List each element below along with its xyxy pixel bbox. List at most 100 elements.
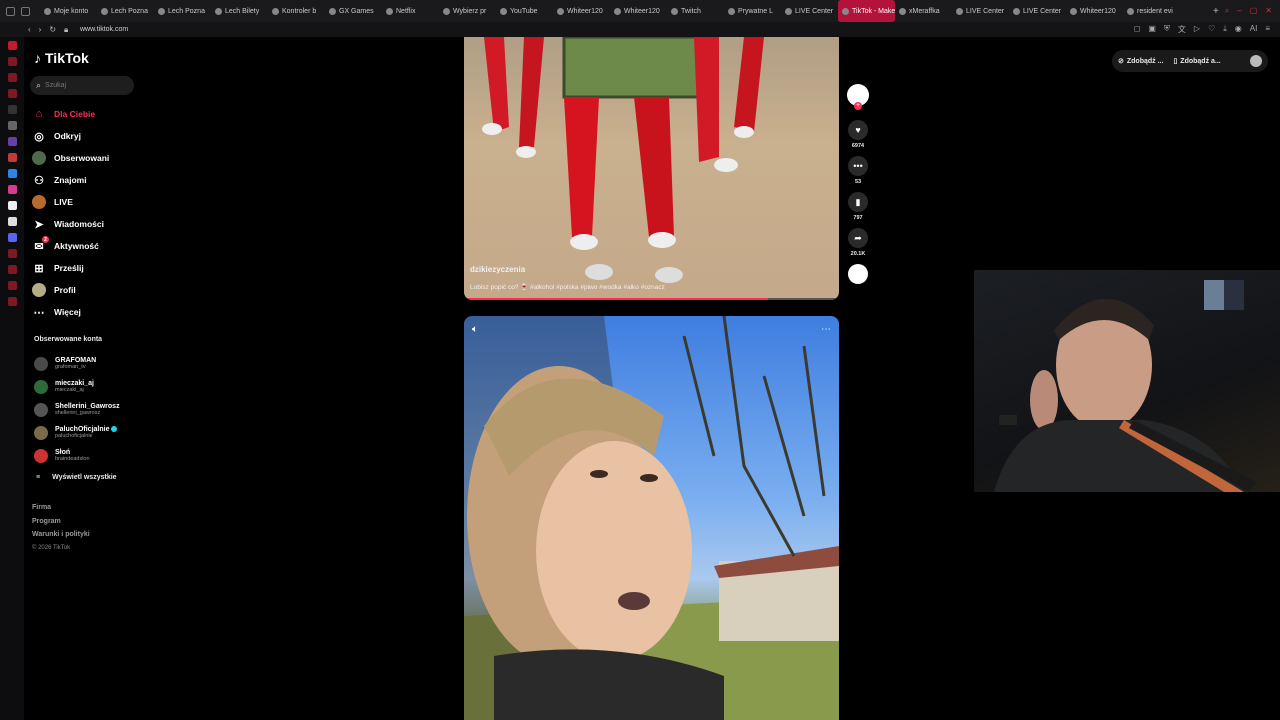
player-icon[interactable] bbox=[7, 249, 17, 258]
share-button[interactable]: ➦ bbox=[848, 228, 868, 248]
lock-icon[interactable]: 🔒︎ bbox=[64, 25, 68, 35]
user-icon[interactable]: ◉ bbox=[1235, 24, 1242, 35]
search-input[interactable]: ⌕ Szukaj bbox=[30, 76, 134, 95]
nav-item[interactable]: ⌂ Dla Ciebie bbox=[32, 103, 142, 125]
heart-icon[interactable]: ♡ bbox=[1208, 24, 1215, 35]
workspace-icon[interactable] bbox=[7, 57, 17, 66]
browser-tab[interactable]: Whiteer120 bbox=[1066, 0, 1123, 22]
tiktok-icon[interactable] bbox=[7, 201, 17, 210]
workspace-icon[interactable] bbox=[7, 89, 17, 98]
pinboard-icon[interactable] bbox=[7, 281, 17, 290]
window-controls[interactable]: ⌕ – ▢ ✕ bbox=[1225, 6, 1280, 16]
see-all-button[interactable]: ≡ Wyświetl wszystkie bbox=[34, 467, 144, 487]
browser-tab[interactable]: Moje konto bbox=[40, 0, 97, 22]
back-icon[interactable]: ‹ bbox=[28, 25, 31, 35]
x-icon[interactable] bbox=[7, 217, 17, 226]
url-field[interactable]: www.tiktok.com bbox=[80, 26, 1134, 33]
video-player-next[interactable]: 🔈︎ ⋯ bbox=[464, 316, 839, 720]
followed-account[interactable]: PaluchOficjalnie paluchoficjalnie bbox=[34, 421, 144, 444]
minimize-icon[interactable]: – bbox=[1237, 6, 1241, 16]
mute-icon[interactable]: 🔈︎ bbox=[472, 324, 478, 335]
tab-label: Twitch bbox=[681, 7, 701, 15]
nav-item[interactable]: ⊞ Prześlij bbox=[32, 257, 142, 279]
menu-icon[interactable]: ≡ bbox=[1265, 24, 1270, 35]
followed-account[interactable]: Shellerini_Gawrosz shellerini_gawrosz bbox=[34, 398, 144, 421]
footer-link[interactable]: Program bbox=[32, 518, 90, 532]
browser-tab[interactable]: TikTok - Make Yo bbox=[838, 0, 895, 22]
nav-item[interactable]: ➤ Wiadomości bbox=[32, 213, 142, 235]
reload-icon[interactable]: ↻ bbox=[49, 25, 56, 35]
get-coins-button[interactable]: ⊘ Zdobądź ... bbox=[1118, 57, 1163, 66]
history-icon[interactable] bbox=[7, 265, 17, 274]
browser-tab[interactable]: Whiteer120 bbox=[553, 0, 610, 22]
browser-menu[interactable] bbox=[0, 6, 40, 16]
browser-tab[interactable]: Kontroler b bbox=[268, 0, 325, 22]
nav-item[interactable]: Obserwowani bbox=[32, 147, 142, 169]
new-tab-button[interactable]: + bbox=[1207, 6, 1225, 17]
messenger-icon[interactable] bbox=[7, 169, 17, 178]
follow-plus-icon[interactable]: + bbox=[854, 102, 862, 110]
translate-icon[interactable]: 文 bbox=[1178, 24, 1186, 35]
video-player[interactable]: dzikiezyczenia Lubisz popić co? 🍷 #alkoh… bbox=[464, 37, 839, 300]
nav-item[interactable]: ⚇ Znajomi bbox=[32, 169, 142, 191]
forward-icon[interactable]: › bbox=[39, 25, 42, 35]
nav-item[interactable]: ◎ Odkryj bbox=[32, 125, 142, 147]
get-app-button[interactable]: ▯ Zdobądź a... bbox=[1173, 57, 1220, 66]
browser-tab[interactable]: Prywatne L bbox=[724, 0, 781, 22]
nav-item[interactable]: ⋯ Więcej bbox=[32, 301, 142, 323]
maximize-icon[interactable]: ▢ bbox=[1250, 6, 1258, 16]
home-icon: ⌂ bbox=[35, 108, 43, 120]
user-avatar[interactable] bbox=[1250, 55, 1262, 67]
browser-tab[interactable]: Wybierz pr bbox=[439, 0, 496, 22]
followed-account[interactable]: Słoń braindeadslon bbox=[34, 444, 144, 467]
like-button[interactable]: ♥ bbox=[848, 120, 868, 140]
browser-tab[interactable]: Lech Pozna bbox=[97, 0, 154, 22]
browser-tab[interactable]: LIVE Center bbox=[781, 0, 838, 22]
browser-tab[interactable]: LIVE Center bbox=[1009, 0, 1066, 22]
workspace-icon[interactable] bbox=[7, 73, 17, 82]
music-disc-icon[interactable] bbox=[848, 264, 868, 284]
search-tabs-icon[interactable]: ⌕ bbox=[1225, 6, 1229, 16]
settings-icon[interactable] bbox=[7, 121, 17, 130]
more-options-icon[interactable]: ⋯ bbox=[821, 324, 831, 335]
opera-icon[interactable] bbox=[7, 41, 17, 50]
download-icon[interactable]: ⤓ bbox=[1223, 24, 1227, 35]
comment-button[interactable]: ••• bbox=[848, 156, 868, 176]
save-button[interactable]: ▮ bbox=[848, 192, 868, 212]
browser-tab[interactable]: Whiteer120 bbox=[610, 0, 667, 22]
browser-tab[interactable]: Netflix bbox=[382, 0, 439, 22]
browser-tab[interactable]: GX Games bbox=[325, 0, 382, 22]
nav-label: Aktywność bbox=[54, 241, 99, 251]
twitch-icon[interactable] bbox=[7, 137, 17, 146]
bookmark-icon[interactable]: ◻ bbox=[1134, 24, 1141, 35]
browser-tab[interactable]: Twitch bbox=[667, 0, 724, 22]
instagram-icon[interactable] bbox=[7, 185, 17, 194]
discord-icon[interactable] bbox=[7, 233, 17, 242]
shield-icon[interactable]: ⛨ bbox=[1164, 24, 1170, 35]
browser-tab[interactable]: LIVE Center bbox=[952, 0, 1009, 22]
followed-account[interactable]: mieczaki_aj mieczaki_aj bbox=[34, 375, 144, 398]
app-icon[interactable] bbox=[7, 153, 17, 162]
play-icon[interactable]: ▷ bbox=[1194, 24, 1200, 35]
browser-tab[interactable]: Lech Bilety bbox=[211, 0, 268, 22]
camera-icon[interactable]: ▣ bbox=[1148, 24, 1156, 35]
tiktok-logo[interactable]: ♪ TikTok bbox=[34, 50, 89, 66]
video-username[interactable]: dzikiezyczenia bbox=[470, 265, 525, 274]
creator-avatar[interactable]: + bbox=[847, 84, 869, 110]
followed-account[interactable]: GRAFOMAN grafoman_tv bbox=[34, 352, 144, 375]
footer-link[interactable]: Warunki i polityki bbox=[32, 531, 90, 545]
close-icon[interactable]: ✕ bbox=[1265, 6, 1272, 16]
browser-tab[interactable]: resident evi bbox=[1123, 0, 1180, 22]
browser-tab[interactable]: Lech Pozna bbox=[154, 0, 211, 22]
browser-tab[interactable]: xMeraffka bbox=[895, 0, 952, 22]
nav-item[interactable]: Profil bbox=[32, 279, 142, 301]
nav-item[interactable]: LIVE bbox=[32, 191, 142, 213]
video-progress-bar[interactable] bbox=[464, 298, 839, 300]
ai-icon[interactable]: AI bbox=[1250, 24, 1258, 35]
nav-item[interactable]: ✉ 2 Aktywność bbox=[32, 235, 142, 257]
tab-favicon-icon bbox=[899, 7, 906, 15]
tab-favicon-icon bbox=[215, 7, 222, 15]
browser-tab[interactable]: YouTube bbox=[496, 0, 553, 22]
footer-link[interactable]: Firma bbox=[32, 504, 90, 518]
settings-icon[interactable] bbox=[7, 297, 17, 306]
